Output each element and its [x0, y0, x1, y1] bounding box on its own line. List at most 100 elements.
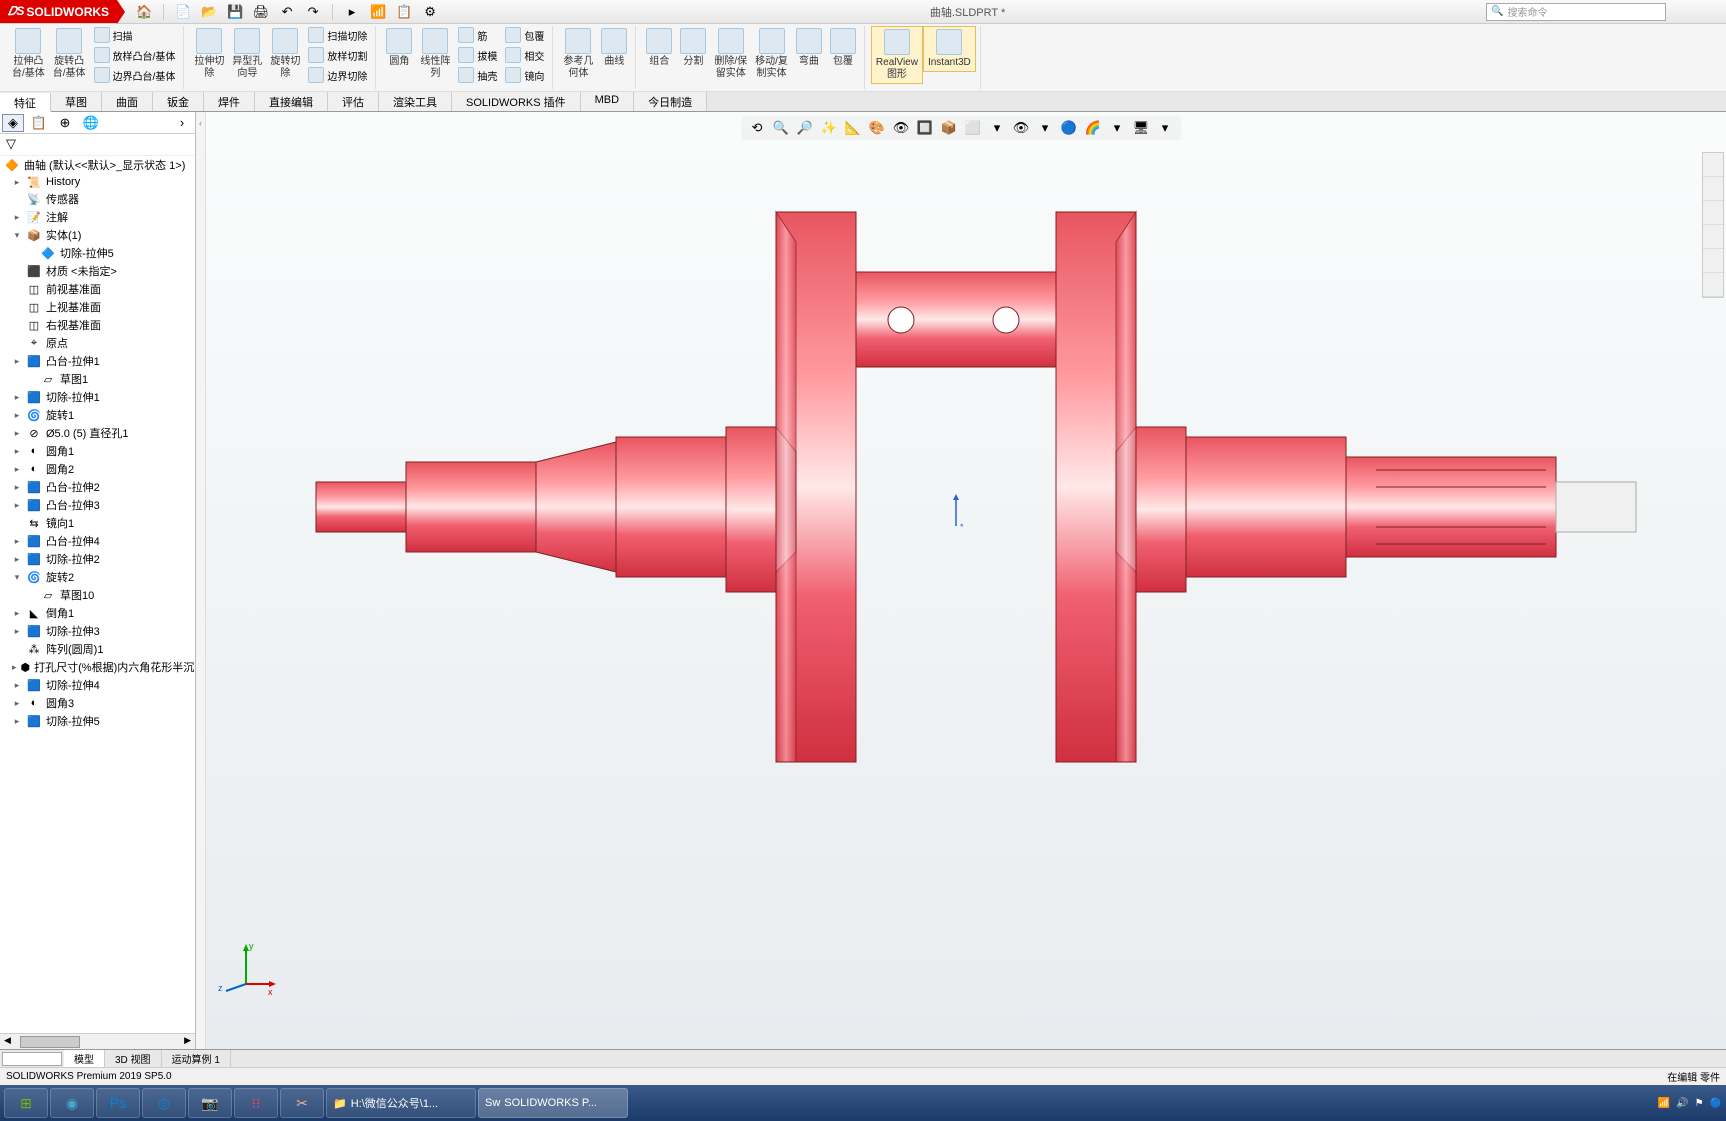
- view-tool-button[interactable]: ▾: [1035, 118, 1055, 138]
- expand-icon[interactable]: ▸: [12, 500, 22, 511]
- ribbon-tab[interactable]: 草图: [51, 92, 102, 111]
- tree-item[interactable]: ▸🟦凸台-拉伸1: [0, 352, 195, 370]
- tree-item[interactable]: 🔷切除-拉伸5: [0, 244, 195, 262]
- bottom-leader-box[interactable]: [2, 1052, 62, 1066]
- graphics-viewport[interactable]: ‹ ⟲🔍🔎✨📐🎨👁🔲📦⬜▾👁▾🔵🌈▾🖥▾: [196, 112, 1726, 1049]
- qat-button[interactable]: 💾: [226, 3, 244, 21]
- bottom-tab[interactable]: 模型: [64, 1050, 105, 1067]
- tree-item[interactable]: ▸🟦凸台-拉伸3: [0, 496, 195, 514]
- qat-button[interactable]: ↷: [304, 3, 322, 21]
- tree-item[interactable]: ▸🟦凸台-拉伸4: [0, 532, 195, 550]
- tree-item[interactable]: ▸◣倒角1: [0, 604, 195, 622]
- qat-button[interactable]: 📄: [174, 3, 192, 21]
- ribbon-tab[interactable]: 直接编辑: [255, 92, 328, 111]
- ribbon-button[interactable]: 线性阵 列: [416, 26, 454, 82]
- scrollbar-thumb[interactable]: [20, 1036, 80, 1048]
- ribbon-button[interactable]: 拉伸切 除: [190, 26, 228, 82]
- panel-tab[interactable]: ⊕: [54, 114, 76, 132]
- qat-button[interactable]: 📶: [369, 3, 387, 21]
- view-tool-button[interactable]: ⟲: [747, 118, 767, 138]
- ribbon-tab[interactable]: 特征: [0, 93, 51, 112]
- ribbon-tab[interactable]: 今日制造: [634, 92, 707, 111]
- expand-icon[interactable]: ▸: [12, 698, 22, 709]
- tree-item[interactable]: ▾🌀旋转2: [0, 568, 195, 586]
- tray-icon[interactable]: 🔊: [1676, 1098, 1688, 1109]
- tray-icon[interactable]: 📶: [1658, 1098, 1670, 1109]
- app-logo[interactable]: 𝐷S SOLIDWORKS: [0, 0, 117, 23]
- view-tool-button[interactable]: 📐: [843, 118, 863, 138]
- ribbon-button-small[interactable]: 包覆: [501, 26, 548, 44]
- ribbon-button-small[interactable]: 拔模: [454, 46, 501, 64]
- ribbon-button[interactable]: 参考几 何体: [559, 26, 597, 82]
- flyout-tab[interactable]: [1703, 177, 1723, 201]
- bottom-tab[interactable]: 3D 视图: [105, 1050, 162, 1067]
- tree-item[interactable]: ▸◐圆角3: [0, 694, 195, 712]
- taskbar-button[interactable]: ◉: [50, 1088, 94, 1118]
- view-tool-button[interactable]: 👁: [1011, 118, 1031, 138]
- ribbon-button[interactable]: 圆角: [382, 26, 416, 70]
- ribbon-button-small[interactable]: 扫描: [90, 26, 180, 44]
- expand-icon[interactable]: ▸: [12, 536, 22, 547]
- expand-icon[interactable]: ▾: [12, 230, 22, 241]
- view-tool-button[interactable]: 🔎: [795, 118, 815, 138]
- tree-item[interactable]: ⇆镜向1: [0, 514, 195, 532]
- filter-icon[interactable]: ▽: [0, 134, 195, 156]
- panel-tab[interactable]: 🌐: [80, 114, 102, 132]
- tree-item[interactable]: ⬛材质 <未指定>: [0, 262, 195, 280]
- bottom-tab[interactable]: 运动算例 1: [162, 1050, 231, 1067]
- view-tool-button[interactable]: ✨: [819, 118, 839, 138]
- tree-item[interactable]: ▸🟦凸台-拉伸2: [0, 478, 195, 496]
- ribbon-button-small[interactable]: 边界切除: [304, 66, 371, 84]
- expand-icon[interactable]: ▸: [12, 446, 22, 457]
- ribbon-button[interactable]: 删除/保 留实体: [710, 26, 751, 82]
- qat-button[interactable]: 🏠: [135, 3, 153, 21]
- panel-tab[interactable]: ◈: [2, 114, 24, 132]
- taskbar-app-button[interactable]: 📁H:\微信公众号\1...: [326, 1088, 476, 1118]
- ribbon-button-small[interactable]: 放样凸台/基体: [90, 46, 180, 64]
- ribbon-button[interactable]: 旋转切 除: [266, 26, 304, 82]
- expand-icon[interactable]: ▾: [12, 572, 22, 583]
- tree-item[interactable]: ▸⬢打孔尺寸(%根据)内六角花形半沉头: [0, 658, 195, 676]
- ribbon-tab[interactable]: MBD: [581, 92, 634, 111]
- tree-item[interactable]: ▸🌀旋转1: [0, 406, 195, 424]
- qat-button[interactable]: ▸: [343, 3, 361, 21]
- taskbar-button[interactable]: ⁝⁝: [234, 1088, 278, 1118]
- expand-icon[interactable]: ▸: [12, 356, 22, 367]
- ribbon-button-small[interactable]: 镜向: [501, 66, 548, 84]
- view-tool-button[interactable]: 📦: [939, 118, 959, 138]
- tree-root[interactable]: 🔶曲轴 (默认<<默认>_显示状态 1>): [0, 156, 195, 174]
- taskbar-button[interactable]: ⊞: [4, 1088, 48, 1118]
- expand-icon[interactable]: ▸: [12, 410, 22, 421]
- qat-button[interactable]: ⚙: [421, 3, 439, 21]
- ribbon-tab[interactable]: 曲面: [102, 92, 153, 111]
- tree-item[interactable]: ⁂阵列(圆周)1: [0, 640, 195, 658]
- tree-item[interactable]: ▸🟦切除-拉伸4: [0, 676, 195, 694]
- expand-icon[interactable]: ▸: [12, 608, 22, 619]
- tree-item[interactable]: ◫前视基准面: [0, 280, 195, 298]
- view-tool-button[interactable]: 🎨: [867, 118, 887, 138]
- ribbon-button[interactable]: 移动/复 制实体: [751, 26, 792, 82]
- ribbon-button[interactable]: 拉伸凸 台/基体: [8, 26, 49, 82]
- tree-item[interactable]: ⌖原点: [0, 334, 195, 352]
- ribbon-tab[interactable]: 评估: [328, 92, 379, 111]
- expand-icon[interactable]: ▸: [12, 662, 17, 673]
- tree-item[interactable]: ▸🟦切除-拉伸3: [0, 622, 195, 640]
- qat-button[interactable]: 🖨: [252, 3, 270, 21]
- ribbon-button-small[interactable]: 边界凸台/基体: [90, 66, 180, 84]
- ribbon-button[interactable]: 包覆: [826, 26, 860, 70]
- ribbon-button[interactable]: 曲线: [597, 26, 631, 70]
- flyout-tab[interactable]: [1703, 249, 1723, 273]
- ribbon-button[interactable]: 旋转凸 台/基体: [49, 26, 90, 82]
- tree-item[interactable]: ▸📜History: [0, 174, 195, 190]
- ribbon-tab[interactable]: SOLIDWORKS 插件: [452, 92, 581, 111]
- flyout-tab[interactable]: [1703, 153, 1723, 177]
- ribbon-button-small[interactable]: 放样切割: [304, 46, 371, 64]
- orientation-triad[interactable]: y x z: [216, 939, 276, 999]
- tree-item[interactable]: ▸◐圆角2: [0, 460, 195, 478]
- expand-icon[interactable]: ▸: [12, 482, 22, 493]
- flyout-tab[interactable]: [1703, 201, 1723, 225]
- expand-icon[interactable]: ▸: [12, 464, 22, 475]
- ribbon-tab[interactable]: 渲染工具: [379, 92, 452, 111]
- tree-item[interactable]: 📡传感器: [0, 190, 195, 208]
- tree-item[interactable]: ▸🟦切除-拉伸1: [0, 388, 195, 406]
